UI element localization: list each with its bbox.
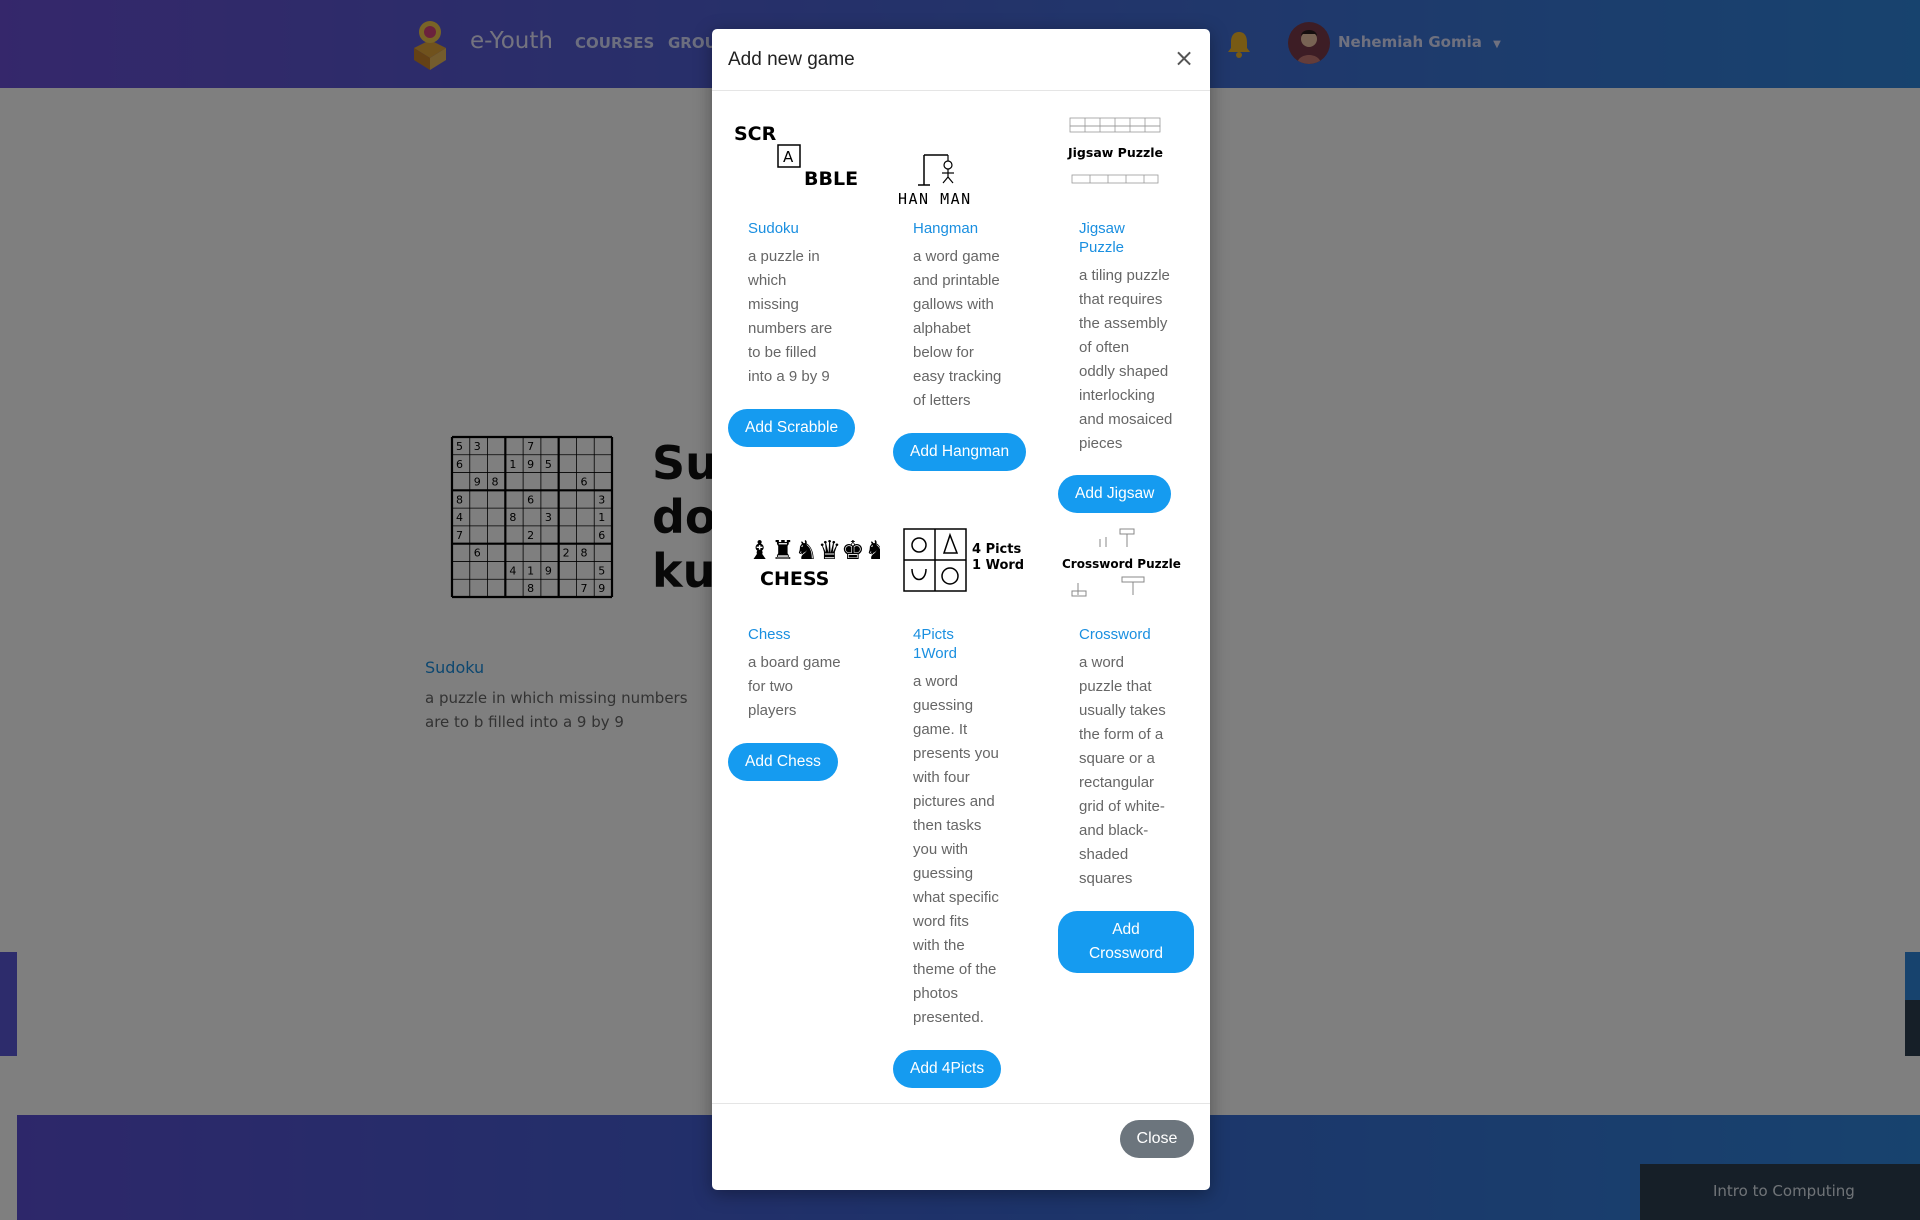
close-button[interactable]: Close [1120,1120,1194,1158]
chess-logo-icon: ♝♜♞♛♚♞♜♝ CHESS [748,536,880,590]
game-title-jigsaw[interactable]: Jigsaw Puzzle [1079,219,1125,257]
modal-title: Add new game [728,49,855,70]
add-jigsaw-button[interactable]: Add Jigsaw [1058,475,1172,513]
close-icon[interactable]: × [1174,44,1194,72]
game-title-sudoku[interactable]: Sudoku [748,219,799,238]
game-desc-jigsaw: a tiling puzzle that requires the assembly… [1079,267,1173,452]
scrabble-tile-text: A [783,148,794,166]
scrabble-bottom-text: BBLE [804,168,858,190]
add-scrabble-button[interactable]: Add Scrabble [728,409,856,447]
game-desc-hangman: a word game and printable gallows with alp… [913,248,1002,409]
scrabble-logo-icon: SCR A BBLE [734,123,858,190]
add-4picts-button[interactable]: Add 4Picts [893,1050,1002,1088]
hangman-image-text: HAN_MAN [898,190,972,205]
game-desc-crossword: a word puzzle that usually takes the form … [1079,654,1166,887]
scrabble-top-text: SCR [734,123,777,145]
add-game-modal: Add new game × SCR A BBLE Sudoku a puzzl… [712,29,1210,1190]
game-title-4picts[interactable]: 4Picts 1Word [913,625,957,663]
modal-header: Add new game × [712,29,1210,91]
modal-footer: Close [712,1103,1210,1190]
chess-pieces-text: ♝♜♞♛♚♞♜♝ [748,536,880,566]
game-title-chess[interactable]: Chess [748,625,791,644]
game-desc-chess: a board game for two players [748,654,841,719]
four-picts-logo-icon: 4 Picts 1 Word [903,528,1024,592]
game-title-crossword[interactable]: Crossword [1079,625,1151,644]
game-desc-sudoku: a puzzle in which missing numbers are to be… [748,248,833,385]
add-hangman-button[interactable]: Add Hangman [893,433,1027,471]
game-desc-4picts: a word guessing game. It presents you with … [913,673,999,1026]
add-crossword-button[interactable]: Add Crossword [1058,911,1194,973]
chess-image-text: CHESS [760,568,829,590]
four-picts-text-1: 4 Picts [972,542,1021,557]
four-picts-text-2: 1 Word [972,558,1024,573]
crossword-image-text: Crossword Puzzle [1062,557,1181,571]
crossword-logo-icon: Crossword Puzzle [1062,528,1181,597]
game-title-hangman[interactable]: Hangman [913,219,978,238]
add-chess-button[interactable]: Add Chess [728,743,838,781]
jigsaw-image-text: Jigsaw Puzzle [1067,145,1163,160]
hangman-logo-icon: HAN_MAN [898,154,972,205]
jigsaw-logo-icon: Jigsaw Puzzle [1067,117,1163,184]
